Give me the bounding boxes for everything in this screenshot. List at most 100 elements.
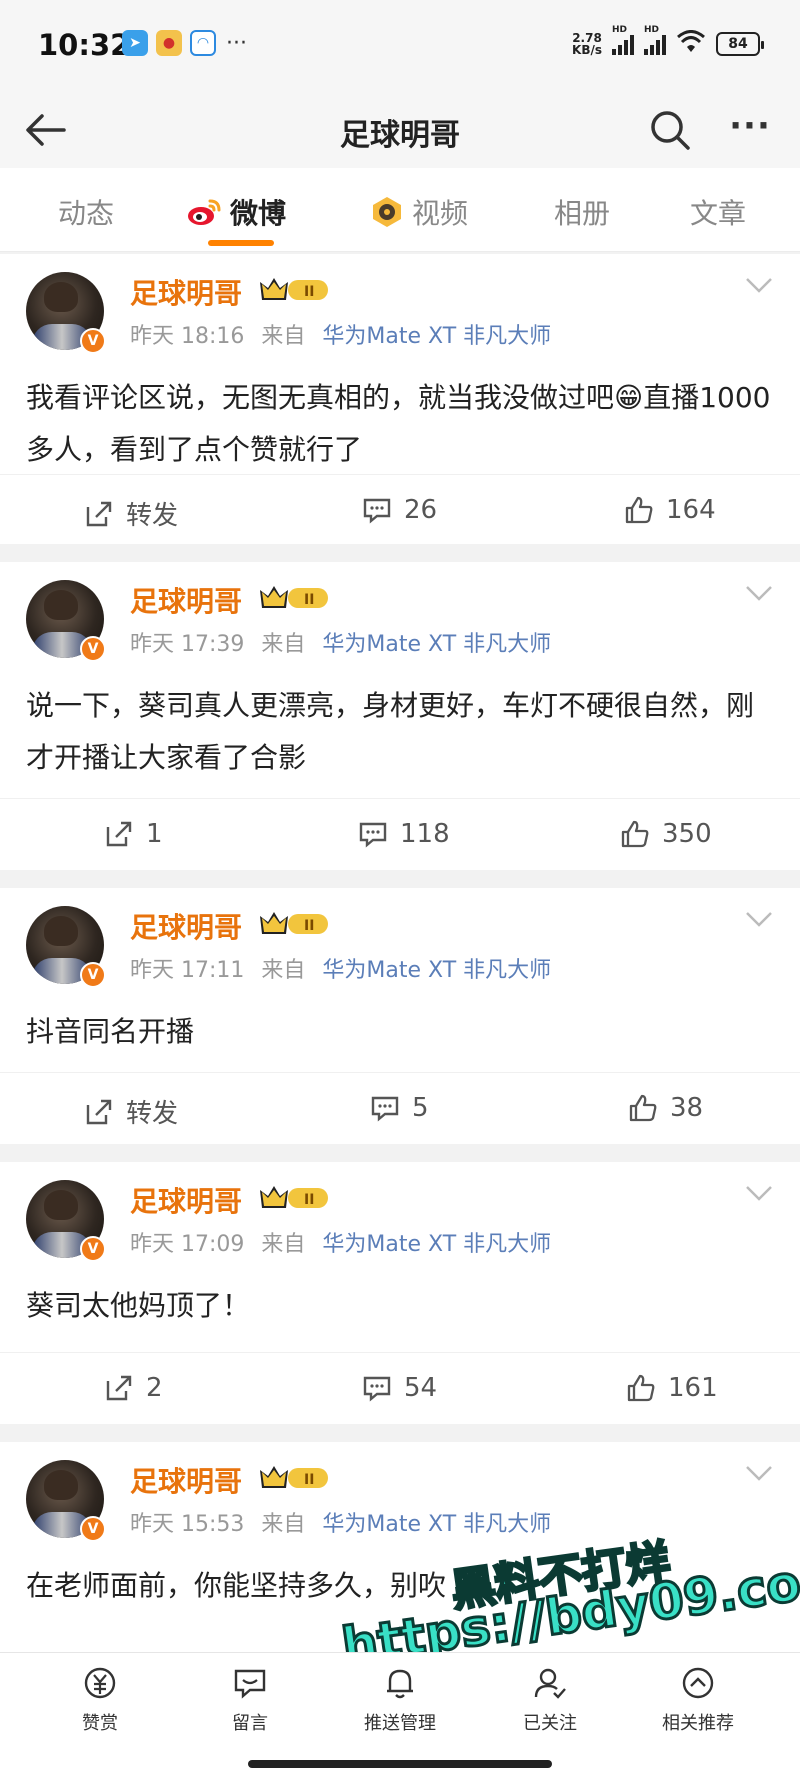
post-author[interactable]: 足球明哥 [130, 906, 242, 946]
vip-crown-badge-icon: II [260, 278, 328, 300]
post-text[interactable]: 在老师面前，你能坚持多久，别吹 [26, 1560, 778, 1612]
post-text[interactable]: 我看评论区说，无图无真相的，就当我没做过吧😁直播1000多人，看到了点个赞就行了 [26, 372, 778, 476]
like-button[interactable]: 350 [620, 819, 712, 849]
verified-badge-icon: V [80, 636, 106, 662]
recommend-button[interactable]: 相关推荐 [638, 1665, 758, 1735]
repost-label: 转发 [126, 1099, 179, 1129]
message-button[interactable]: 留言 [190, 1665, 310, 1735]
video-logo-icon [373, 197, 401, 227]
post-source[interactable]: 华为Mate XT 非凡大师 [322, 632, 551, 657]
message-icon [234, 1669, 266, 1699]
comment-button[interactable]: 118 [358, 819, 450, 849]
push-settings-button[interactable]: 推送管理 [340, 1665, 460, 1735]
chevron-down-icon[interactable] [744, 908, 774, 930]
post-text[interactable]: 抖音同名开播 [26, 1006, 778, 1058]
chevron-down-icon[interactable] [744, 1462, 774, 1484]
post-source[interactable]: 华为Mate XT 非凡大师 [322, 1232, 551, 1257]
like-count: 38 [670, 1093, 704, 1123]
chevron-down-icon[interactable] [744, 274, 774, 296]
tab-album[interactable]: 相册 [554, 192, 610, 232]
message-label: 留言 [232, 1713, 268, 1734]
post-meta: 昨天 17:11 来自 华为Mate XT 非凡大师 [130, 952, 561, 984]
comment-button[interactable]: 5 [370, 1093, 429, 1123]
vip-crown-badge-icon: II [260, 586, 328, 608]
thumbs-up-icon [627, 1374, 655, 1402]
feed-post[interactable]: V 足球明哥 II 昨天 17:11 来自 华为Mate XT 非凡大师 抖音同… [0, 888, 800, 1144]
post-source[interactable]: 华为Mate XT 非凡大师 [322, 958, 551, 983]
post-from: 来自 [261, 632, 306, 657]
feed-post[interactable]: V 足球明哥 II 昨天 17:09 来自 华为Mate XT 非凡大师 葵司太… [0, 1162, 800, 1424]
chevron-down-icon[interactable] [744, 582, 774, 604]
post-time: 昨天 18:16 [130, 324, 245, 349]
recommend-icon [682, 1667, 714, 1699]
repost-button[interactable]: 转发 [84, 495, 178, 532]
followed-user-icon [534, 1668, 566, 1699]
feed-post[interactable]: V 足球明哥 II 昨天 15:53 来自 华为Mate XT 非凡大师 在老师… [0, 1442, 800, 1652]
feed-post[interactable]: V 足球明哥 II 昨天 17:39 来自 华为Mate XT 非凡大师 说一下… [0, 562, 800, 870]
reward-button[interactable]: 赞赏 [40, 1665, 160, 1735]
post-author[interactable]: 足球明哥 [130, 272, 242, 312]
net-speed: 2.78 KB/s [572, 32, 602, 56]
like-button[interactable]: 164 [624, 495, 716, 525]
post-actions: 转发 5 38 [0, 1072, 800, 1142]
comment-count: 118 [400, 819, 450, 849]
tab-label: 动态 [58, 197, 115, 230]
post-meta: 昨天 18:16 来自 华为Mate XT 非凡大师 [130, 318, 561, 350]
search-icon[interactable] [648, 108, 692, 152]
post-source[interactable]: 华为Mate XT 非凡大师 [322, 324, 551, 349]
chevron-down-icon[interactable] [744, 1182, 774, 1204]
repost-button[interactable]: 1 [104, 819, 163, 849]
followed-button[interactable]: 已关注 [490, 1665, 610, 1735]
profile-tabs: 动态 微博 视频 相册 文章 [0, 168, 800, 252]
repost-button[interactable]: 2 [104, 1373, 163, 1403]
post-author[interactable]: 足球明哥 [130, 1460, 242, 1500]
signal-icon: HD [612, 25, 634, 55]
post-time: 昨天 17:09 [130, 1232, 245, 1257]
recommend-label: 相关推荐 [662, 1713, 734, 1734]
post-text[interactable]: 葵司太他妈顶了！ [26, 1280, 778, 1332]
comment-count: 5 [412, 1093, 429, 1123]
repost-count: 2 [146, 1373, 163, 1403]
reward-icon [84, 1667, 116, 1699]
post-author[interactable]: 足球明哥 [130, 1180, 242, 1220]
tab-video[interactable]: 视频 [370, 192, 468, 232]
post-source[interactable]: 华为Mate XT 非凡大师 [322, 1512, 551, 1537]
tab-dynamics[interactable]: 动态 [58, 192, 114, 232]
more-options-icon[interactable]: ··· [726, 109, 774, 148]
status-app-icons: ➤ ● ◠ ··· [122, 30, 247, 56]
like-count: 161 [668, 1373, 718, 1403]
home-indicator[interactable] [248, 1760, 552, 1768]
push-settings-label: 推送管理 [364, 1713, 436, 1734]
post-time: 昨天 17:39 [130, 632, 245, 657]
thumbs-up-icon [625, 496, 653, 524]
comment-icon [359, 822, 387, 848]
status-indicators: 2.78 KB/s HD HD 84 [572, 25, 764, 57]
vip-crown-badge-icon: II [260, 912, 328, 934]
verified-badge-icon: V [80, 1236, 106, 1262]
active-tab-indicator [208, 240, 274, 246]
tab-label: 相册 [554, 197, 611, 230]
post-actions: 2 54 161 [0, 1352, 800, 1422]
post-text[interactable]: 说一下，葵司真人更漂亮，身材更好，车灯不硬很自然，刚才开播让大家看了合影 [26, 680, 778, 784]
post-author[interactable]: 足球明哥 [130, 580, 242, 620]
comment-count: 26 [404, 495, 438, 525]
feed-post[interactable]: V 足球明哥 II 昨天 18:16 来自 华为Mate XT 非凡大师 我看评… [0, 254, 800, 544]
comment-count: 54 [404, 1373, 438, 1403]
tab-weibo[interactable]: 微博 [186, 192, 286, 232]
post-from: 来自 [261, 324, 306, 349]
tab-articles[interactable]: 文章 [690, 192, 746, 232]
reward-label: 赞赏 [82, 1713, 118, 1734]
svg-text:II: II [304, 284, 314, 300]
signal-icon-2: HD [644, 25, 666, 55]
comment-button[interactable]: 54 [362, 1373, 437, 1403]
wifi-icon [676, 30, 706, 57]
comment-button[interactable]: 26 [362, 495, 437, 525]
weibo-logo-icon [188, 199, 221, 225]
svg-text:II: II [304, 1472, 314, 1488]
net-speed-unit: KB/s [572, 42, 602, 57]
repost-label: 转发 [126, 501, 179, 531]
like-button[interactable]: 161 [626, 1373, 718, 1403]
like-button[interactable]: 38 [628, 1093, 703, 1123]
repost-button[interactable]: 转发 [84, 1093, 178, 1130]
post-time: 昨天 17:11 [130, 958, 245, 983]
